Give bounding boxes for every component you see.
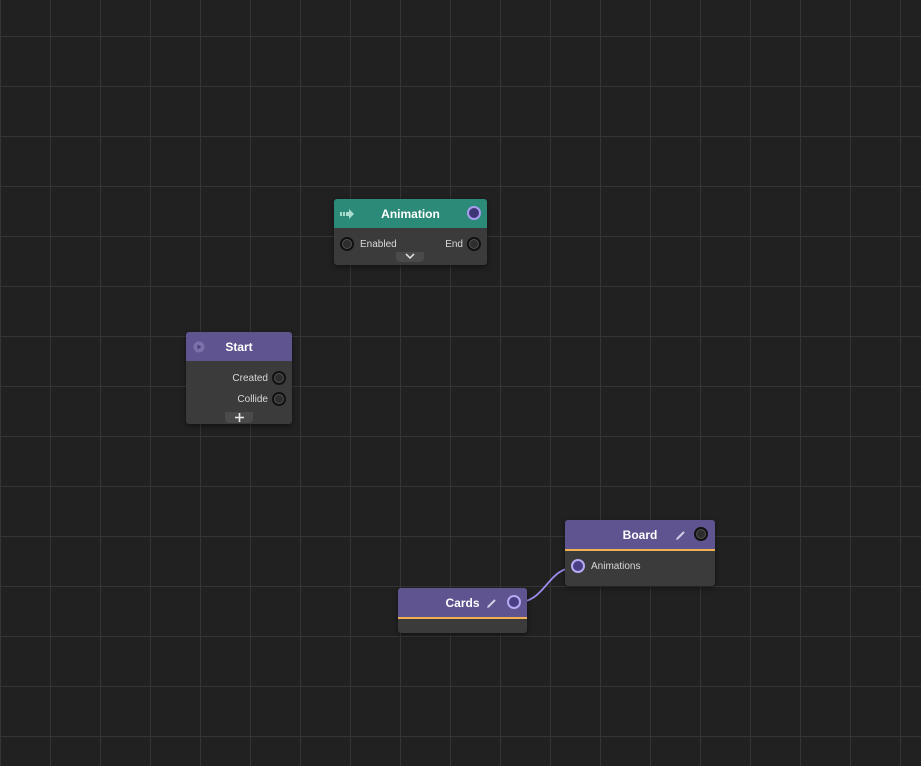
- start-node-header[interactable]: Start: [186, 332, 292, 361]
- created-output-port[interactable]: [272, 371, 286, 385]
- plus-icon: [234, 413, 244, 422]
- enabled-input-port[interactable]: [340, 237, 354, 251]
- chevron-down-icon: [405, 253, 415, 260]
- port-label-collide: Collide: [237, 394, 268, 405]
- pencil-icon[interactable]: [487, 598, 497, 608]
- node-title: Animation: [381, 206, 440, 221]
- animation-node-header[interactable]: Animation: [334, 199, 487, 228]
- animation-node-body: Enabled End: [334, 228, 487, 265]
- start-node[interactable]: Start Created Collide: [186, 332, 292, 424]
- port-label-end: End: [445, 239, 463, 250]
- port-label-enabled: Enabled: [360, 239, 397, 250]
- graph-canvas[interactable]: Animation Enabled End Start Created Coll…: [0, 0, 921, 766]
- animation-output-port[interactable]: [467, 206, 481, 220]
- cards-node[interactable]: Cards: [398, 588, 527, 633]
- port-label-animations: Animations: [591, 561, 641, 572]
- end-output-port[interactable]: [467, 237, 481, 251]
- board-node[interactable]: Board Animations: [565, 520, 715, 586]
- cards-output-port[interactable]: [507, 595, 521, 609]
- node-title: Board: [622, 527, 658, 542]
- board-node-body: Animations: [565, 551, 715, 586]
- event-arrow-icon: [340, 209, 354, 219]
- board-node-header[interactable]: Board: [565, 520, 715, 551]
- animations-input-port[interactable]: [571, 559, 585, 573]
- add-port-button[interactable]: [225, 412, 253, 423]
- animation-node[interactable]: Animation Enabled End: [334, 199, 487, 265]
- cards-node-body: [398, 619, 527, 633]
- cards-node-header[interactable]: Cards: [398, 588, 527, 619]
- start-node-body: Created Collide: [186, 361, 292, 424]
- collide-output-port[interactable]: [272, 392, 286, 406]
- node-title: Start: [225, 339, 253, 354]
- board-output-port[interactable]: [694, 527, 708, 541]
- pencil-icon[interactable]: [676, 530, 686, 540]
- play-icon: [193, 341, 205, 353]
- expand-toggle[interactable]: [396, 252, 424, 262]
- node-title: Cards: [445, 595, 480, 610]
- port-label-created: Created: [232, 373, 268, 384]
- wires-layer: [513, 566, 579, 604]
